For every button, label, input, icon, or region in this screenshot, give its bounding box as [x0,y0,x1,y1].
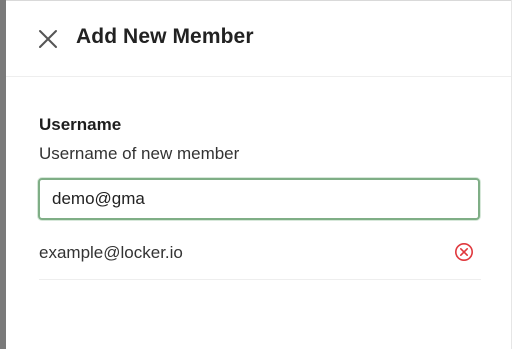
username-label: Username [39,115,122,134]
username-field[interactable] [38,178,480,220]
drawer-header: Add New Member [6,1,511,77]
close-icon [39,30,57,48]
username-description: Username of new member [39,144,240,163]
close-button[interactable] [36,27,60,51]
drawer-title: Add New Member [76,25,254,48]
remove-circle-icon [455,243,473,261]
member-list-item: example@locker.io [39,233,481,280]
member-email: example@locker.io [39,243,183,262]
remove-member-button[interactable] [454,242,474,262]
username-input[interactable] [52,180,452,218]
add-member-drawer: Add New Member Username Username of new … [6,1,511,349]
